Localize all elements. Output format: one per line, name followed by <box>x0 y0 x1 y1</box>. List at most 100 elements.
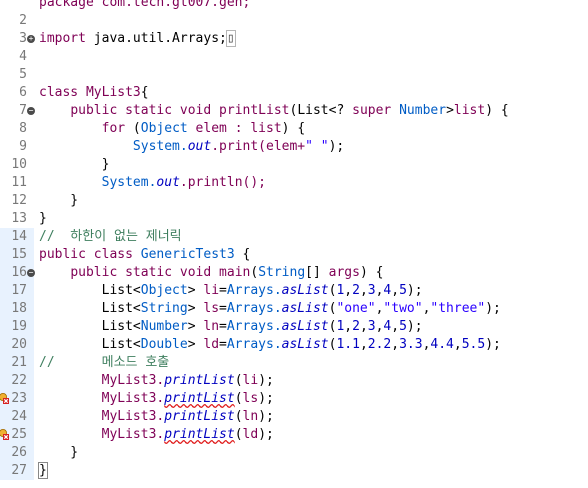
code-line[interactable]: 8 for (Object elem : list) { <box>0 120 588 138</box>
code-line[interactable]: 14 // 하한이 없는 제너릭 <box>0 228 588 246</box>
code-line[interactable]: 28 <box>0 480 588 482</box>
code-token: ); <box>328 139 345 154</box>
code-token: List< <box>39 283 141 298</box>
code-line[interactable]: 2 <box>0 12 588 30</box>
code-line[interactable]: package com.tech.gt007.gen; <box>0 0 588 12</box>
code-text[interactable]: List<Number> ln=Arrays.asList(1,2,3,4,5)… <box>39 318 423 336</box>
code-line[interactable]: 4 <box>0 48 588 66</box>
code-text[interactable]: public static void main(String[] args) { <box>39 264 383 282</box>
code-line[interactable]: 18 List<String> ls=Arrays.asList("one","… <box>0 300 588 318</box>
code-token: "two" <box>383 301 423 316</box>
code-token: static <box>125 103 173 118</box>
code-line[interactable]: 16− public static void main(String[] arg… <box>0 264 588 282</box>
code-line[interactable]: 27} <box>0 462 588 480</box>
line-number: 8 <box>19 121 27 136</box>
code-line[interactable]: 7− public static void printList(List<? s… <box>0 102 588 120</box>
code-token: 5 <box>399 319 407 334</box>
code-line[interactable]: 26 } <box>0 444 588 462</box>
code-line[interactable]: 25 MyList3.printList(ld); <box>0 426 588 444</box>
code-line[interactable]: 21 // 메소드 호출 <box>0 354 588 372</box>
code-line[interactable]: 13} <box>0 210 588 228</box>
code-text[interactable]: MyList3.printList(ls); <box>39 390 274 408</box>
code-text[interactable]: System.out.print(elem+" "); <box>39 138 344 156</box>
code-token: for <box>101 121 126 136</box>
code-line[interactable]: 15 public class GenericTest3 { <box>0 246 588 264</box>
code-text[interactable]: for (Object elem : list) { <box>39 120 306 138</box>
code-token: ln <box>242 409 259 424</box>
code-text[interactable]: public class GenericTest3 { <box>39 246 250 264</box>
code-text[interactable]: List<Object> li=Arrays.asList(1,2,3,4,5)… <box>39 282 423 300</box>
code-token: ); <box>258 409 274 424</box>
line-number: 16 <box>11 265 27 280</box>
code-text[interactable]: package com.tech.gt007.gen; <box>39 0 250 12</box>
code-token: MyList3 <box>85 85 141 100</box>
code-token: > <box>446 103 454 118</box>
code-token: ld <box>242 427 259 442</box>
code-token: } <box>38 462 48 479</box>
error-marker-icon[interactable] <box>0 429 9 440</box>
code-token: args <box>328 265 360 280</box>
code-token: , <box>391 283 400 298</box>
code-text[interactable]: List<Double> ld=Arrays.asList(1.1,2.2,3.… <box>39 336 501 354</box>
code-text[interactable]: MyList3.printList(ld); <box>39 426 274 444</box>
code-token: printList <box>164 409 235 424</box>
code-token: ); <box>406 283 423 298</box>
line-gutter: 28 <box>0 480 34 482</box>
code-token: li <box>242 373 259 388</box>
code-token: "three" <box>430 301 486 316</box>
code-line[interactable]: 12 } <box>0 192 588 210</box>
code-text[interactable]: // 하한이 없는 제너릭 <box>39 228 182 246</box>
code-line[interactable]: 19 List<Number> ln=Arrays.asList(1,2,3,4… <box>0 318 588 336</box>
code-text[interactable]: } <box>39 156 110 174</box>
code-line[interactable]: 5 <box>0 66 588 84</box>
code-text[interactable]: System.out.println(); <box>39 174 266 192</box>
code-text[interactable]: } <box>39 210 47 228</box>
code-line[interactable]: 24 MyList3.printList(ln); <box>0 408 588 426</box>
code-text[interactable]: } <box>39 192 78 210</box>
line-gutter: 20 <box>0 336 34 354</box>
code-token: Arrays. <box>226 319 282 334</box>
code-line[interactable]: 9 System.out.print(elem+" "); <box>0 138 588 156</box>
code-token: ); <box>485 301 501 316</box>
code-text[interactable]: // 메소드 호출 <box>39 354 169 372</box>
code-text[interactable]: import java.util.Arrays;▯ <box>39 30 236 48</box>
code-editor[interactable]: package com.tech.gt007.gen; 2 3 + import jav… <box>0 0 588 482</box>
code-token: ln <box>203 319 220 334</box>
error-marker-icon[interactable] <box>0 393 9 404</box>
code-line[interactable]: 11 System.out.println(); <box>0 174 588 192</box>
code-text[interactable]: List<String> ls=Arrays.asList("one","two… <box>39 300 501 318</box>
code-text[interactable]: MyList3.printList(ln); <box>39 408 274 426</box>
code-token: System. <box>101 175 157 190</box>
code-text[interactable]: class MyList3{ <box>39 84 149 102</box>
code-token: = <box>219 319 227 334</box>
code-token: ( <box>234 391 243 406</box>
code-text[interactable]: public static void printList(List<? supe… <box>39 102 508 120</box>
code-line[interactable]: 17 List<Object> li=Arrays.asList(1,2,3,4… <box>0 282 588 300</box>
line-gutter: 12 <box>0 192 34 210</box>
code-text[interactable]: MyList3.printList(li); <box>39 372 274 390</box>
code-token: MyList3. <box>101 373 165 388</box>
code-token: super <box>352 103 392 118</box>
line-gutter: 5 <box>0 66 34 84</box>
fold-expand-icon[interactable]: + <box>27 35 35 43</box>
code-token: asList <box>281 283 329 298</box>
code-line[interactable]: 20 List<Double> ld=Arrays.asList(1.1,2.2… <box>0 336 588 354</box>
code-token: ▯ <box>225 30 236 47</box>
code-line[interactable]: 3 + import java.util.Arrays;▯ <box>0 30 588 48</box>
code-line[interactable]: 23 MyList3.printList(ls); <box>0 390 588 408</box>
fold-collapse-icon[interactable]: − <box>27 269 35 277</box>
code-line[interactable]: 22 MyList3.printList(li); <box>0 372 588 390</box>
code-token: { <box>140 85 149 100</box>
line-number: 13 <box>11 211 27 226</box>
code-line[interactable]: 6 class MyList3{ <box>0 84 588 102</box>
code-text[interactable]: } <box>39 444 78 462</box>
code-text[interactable]: } <box>38 462 48 480</box>
code-line[interactable]: 10 } <box>0 156 588 174</box>
fold-collapse-icon[interactable]: − <box>27 107 35 115</box>
code-token: > <box>187 283 204 298</box>
